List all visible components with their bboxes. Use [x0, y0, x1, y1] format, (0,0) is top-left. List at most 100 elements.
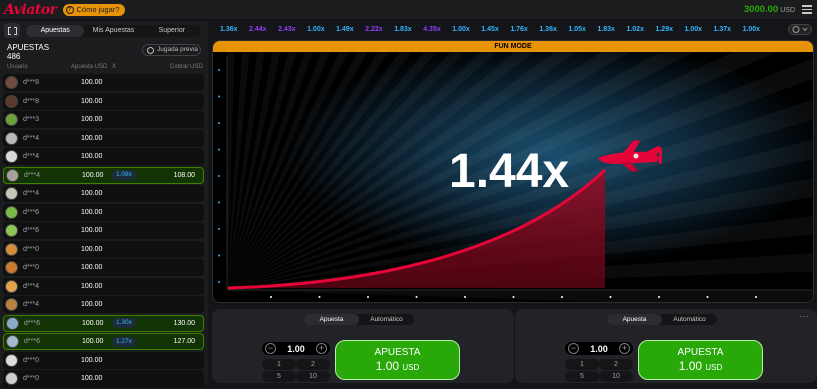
- bet-amount: 100.00: [81, 116, 103, 123]
- bets-title-label: APUESTAS: [7, 43, 50, 52]
- y-axis-dot: [218, 95, 220, 98]
- column-cashout: Cobrar USD: [170, 64, 203, 70]
- place-bet-currency: USD: [705, 363, 723, 372]
- bet-amount: 100.00: [81, 134, 103, 142]
- more-options-icon[interactable]: ···: [799, 312, 810, 321]
- minus-icon[interactable]: −: [265, 343, 276, 354]
- y-axis-dot: [218, 69, 220, 71]
- y-axis-dot: [218, 201, 220, 204]
- tab-auto[interactable]: Automático: [359, 314, 414, 325]
- tab-my-bets[interactable]: Mis Apuestas: [84, 25, 142, 37]
- fun-mode-banner: FUN MODE: [213, 41, 813, 52]
- bet-row: d***4 100.00: [3, 296, 204, 313]
- bet-amount-input[interactable]: 1.00: [582, 344, 616, 354]
- bet-row: d***0 100.00: [3, 370, 204, 387]
- history-multiplier: 1.49x: [336, 26, 354, 33]
- minus-icon[interactable]: −: [568, 343, 579, 354]
- history-multiplier: 1.36x: [220, 26, 238, 33]
- balance: 3000.00 USD: [744, 4, 795, 15]
- bet-amount-stepper: − 1.00 +: [262, 342, 330, 355]
- bet-amount-stepper: − 1.00 +: [565, 342, 633, 355]
- avatar: [5, 113, 18, 126]
- bet-amount: 100.00: [81, 190, 103, 197]
- plus-icon[interactable]: +: [316, 343, 327, 354]
- avatar: [5, 131, 18, 145]
- column-bet: Apuesta USD: [71, 64, 108, 70]
- quick-amount-2[interactable]: 2: [296, 359, 330, 370]
- x-axis-dot: [464, 296, 466, 298]
- history-multiplier: 1.83x: [394, 26, 412, 33]
- history-multiplier: 1.00x: [452, 26, 470, 33]
- avatar: [5, 205, 18, 219]
- quick-amount-5[interactable]: 5: [262, 371, 296, 382]
- place-bet-label: APUESTA: [677, 347, 724, 358]
- bet-multiplier: 1.08x: [112, 170, 136, 180]
- history-multiplier: 1.00x: [307, 26, 325, 33]
- aviator-logo: Aviator: [4, 1, 57, 18]
- y-axis-dot: [218, 175, 220, 177]
- bet-row: d***8 100.00: [3, 74, 204, 91]
- bet-amount-input[interactable]: 1.00: [279, 344, 313, 354]
- x-axis-dot: [367, 296, 369, 298]
- quick-amount-10[interactable]: 10: [296, 371, 330, 382]
- how-to-play-button[interactable]: ? Cómo jugar?: [62, 3, 126, 16]
- avatar: [6, 168, 19, 182]
- bet-mode-tabs: Apuesta Automático: [607, 314, 717, 325]
- bet-amount: 100.00: [81, 153, 103, 160]
- quick-amount-1[interactable]: 1: [262, 359, 296, 370]
- quick-amount-1[interactable]: 1: [565, 359, 599, 370]
- tab-top[interactable]: Superior: [143, 25, 201, 37]
- x-axis-dot: [512, 296, 515, 298]
- bet-row: d***4 100.00: [3, 148, 204, 165]
- x-axis-dot: [318, 296, 321, 298]
- bet-mode-tabs: Apuesta Automático: [304, 314, 414, 325]
- plus-icon[interactable]: +: [619, 343, 630, 354]
- avatar: [5, 279, 18, 293]
- hamburger-menu-icon[interactable]: [802, 3, 812, 16]
- previous-round-button[interactable]: Jugada previa: [142, 44, 201, 56]
- history-multiplier: 1.00x: [684, 26, 703, 33]
- bet-row: d***0 100.00: [3, 259, 204, 276]
- avatar: [5, 76, 18, 89]
- bets-tabs: Apuestas Mis Apuestas Superior: [26, 25, 201, 37]
- bet-user: d***6: [24, 338, 40, 345]
- fullscreen-icon[interactable]: [4, 23, 20, 38]
- bet-row: d***6 100.00 1.27x 127.00: [3, 333, 204, 350]
- place-bet-button[interactable]: APUESTA 1.00 USD: [638, 340, 763, 380]
- place-bet-amount: 1.00 USD: [336, 359, 459, 373]
- quick-amount-5[interactable]: 5: [565, 371, 599, 382]
- tab-auto[interactable]: Automático: [662, 314, 717, 325]
- bet-row: d***0 100.00: [3, 240, 204, 258]
- place-bet-value: 1.00: [678, 359, 703, 373]
- bets-title: APUESTAS 486: [7, 43, 49, 61]
- y-axis-dot: [218, 228, 220, 230]
- history-multiplier: 1.05x: [568, 26, 586, 33]
- bet-cashout: 130.00: [173, 319, 195, 327]
- y-axis-dot: [218, 122, 220, 124]
- balance-amount: 3000.00: [743, 4, 779, 15]
- bet-amount: 100.00: [81, 79, 103, 86]
- tab-all-bets[interactable]: Apuestas: [26, 25, 85, 37]
- avatar: [5, 94, 18, 108]
- avatar: [5, 187, 18, 200]
- bet-user: d***0: [23, 356, 39, 364]
- history-dropdown-button[interactable]: [788, 24, 812, 35]
- x-axis-dot: [706, 296, 709, 298]
- y-axis-dot: [218, 281, 220, 283]
- bet-panel-2: ··· Apuesta Automático − 1.00 + 1 2 5 10…: [515, 309, 817, 383]
- place-bet-button[interactable]: APUESTA 1.00 USD: [335, 340, 460, 380]
- round-history: 1.36x 2.44x 2.43x 1.00x 1.49x 2.22x 1.83x 4.35x…: [212, 22, 814, 37]
- x-axis-dot: [609, 296, 612, 298]
- bet-user: d***3: [23, 116, 39, 123]
- avatar: [5, 298, 18, 311]
- quick-amount-2[interactable]: 2: [599, 359, 633, 370]
- tab-bet[interactable]: Apuesta: [607, 314, 662, 325]
- tab-bet[interactable]: Apuesta: [304, 314, 359, 325]
- quick-amount-10[interactable]: 10: [599, 371, 633, 382]
- bet-panel-1: Apuesta Automático − 1.00 + 1 2 5 10 APU…: [212, 309, 514, 383]
- bet-user: d***8: [23, 79, 39, 86]
- bet-row: d***6 100.00: [3, 222, 204, 239]
- previous-round-label: Jugada previa: [157, 46, 198, 53]
- bet-amount: 100.00: [81, 97, 103, 105]
- column-user: Usuario: [7, 64, 28, 70]
